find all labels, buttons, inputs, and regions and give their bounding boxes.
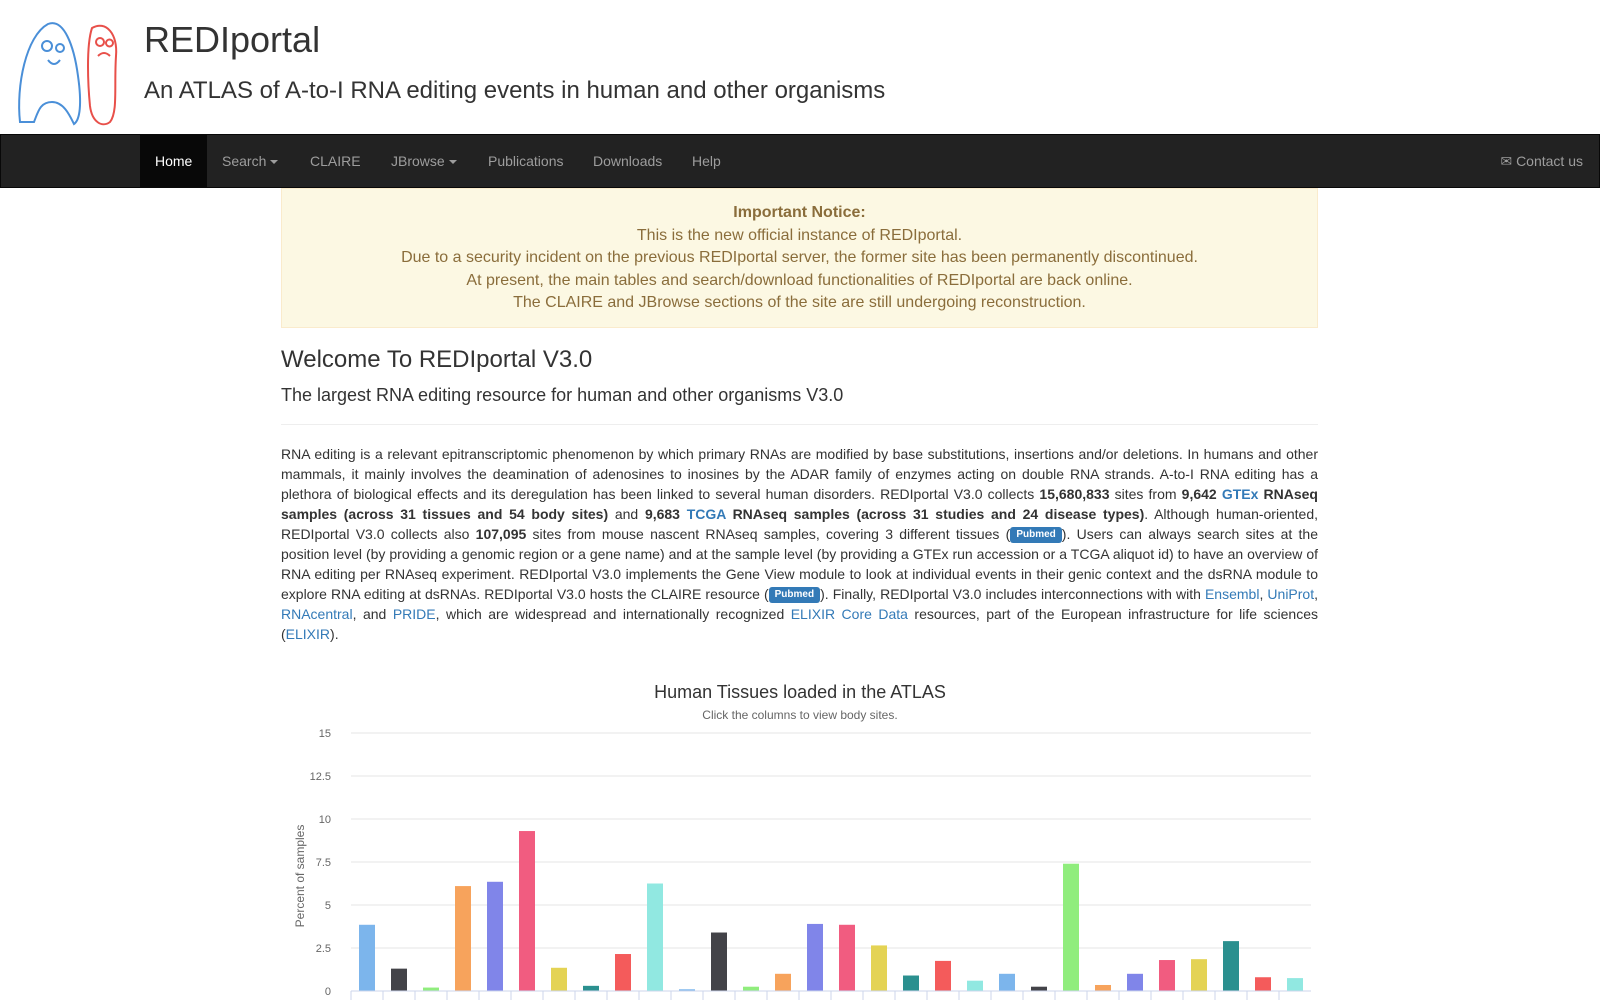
gtex-link[interactable]: GTEx — [1222, 486, 1259, 502]
chart-bar[interactable] — [871, 945, 887, 991]
site-subtitle: An ATLAS of A-to-I RNA editing events in… — [144, 77, 886, 104]
intro-text: , which are widespread and international… — [435, 606, 791, 622]
chart-bar[interactable] — [1159, 960, 1175, 991]
y-tick-label: 15 — [319, 728, 331, 740]
intro-paragraph: RNA editing is a relevant epitranscripto… — [281, 444, 1318, 644]
chevron-down-icon — [270, 160, 279, 165]
chart-bar[interactable] — [583, 985, 599, 991]
chart-bar[interactable] — [551, 967, 567, 991]
tcga-link[interactable]: TCGA — [687, 506, 726, 522]
intro-text: , — [1314, 586, 1318, 602]
page-subtitle: The largest RNA editing resource for hum… — [281, 385, 844, 405]
elixir-core-data-link[interactable]: ELIXIR Core Data — [791, 606, 908, 622]
ensembl-link[interactable]: Ensembl — [1205, 586, 1259, 602]
notice-line: This is the new official instance of RED… — [636, 226, 963, 244]
y-tick-label: 7.5 — [316, 857, 331, 869]
pubmed-badge[interactable]: Pubmed — [768, 587, 821, 604]
chart-bar[interactable] — [743, 986, 759, 991]
tissues-bar-chart: 0 2.5 5 7.5 10 12.5 15 Percent of samples — [293, 728, 1311, 1000]
mouse-sites-count: 107,095 — [475, 526, 527, 542]
chart-bar[interactable] — [359, 924, 375, 991]
nav-help[interactable]: Help — [677, 135, 736, 187]
chart-bar[interactable] — [391, 968, 407, 991]
chart-bar[interactable] — [1127, 973, 1143, 991]
chart-bar[interactable] — [775, 973, 791, 991]
divider — [281, 424, 1318, 425]
chart-bar[interactable] — [1287, 978, 1303, 991]
page-title: Welcome To REDIportal V3.0 — [281, 346, 593, 373]
main-container: Important Notice: This is the new offici… — [267, 188, 1333, 1000]
notice-line: The CLAIRE and JBrowse sections of the s… — [513, 294, 1086, 312]
tcga-desc: RNAseq samples (across 31 studies and 24… — [725, 506, 1145, 522]
notice-title: Important Notice: — [733, 204, 866, 221]
nav-claire[interactable]: CLAIRE — [295, 135, 376, 187]
notice-line: At present, the main tables and search/d… — [466, 271, 1133, 289]
chart-bar[interactable] — [455, 886, 471, 991]
uniprot-link[interactable]: UniProt — [1267, 586, 1314, 602]
chart-bar[interactable] — [839, 924, 855, 991]
nav-publications[interactable]: Publications — [473, 135, 579, 187]
chart-bar[interactable] — [711, 932, 727, 991]
tcga-count: 9,683 — [644, 506, 680, 522]
site-header: REDIportal An ATLAS of A-to-I RNA editin… — [0, 0, 1600, 134]
rediportal-logo[interactable] — [14, 16, 124, 128]
nav-contact[interactable]: ✉ Contact us — [1500, 135, 1583, 187]
chart-bar[interactable] — [647, 883, 663, 992]
nav-home[interactable]: Home — [140, 135, 208, 187]
pubmed-badge[interactable]: Pubmed — [1010, 527, 1062, 544]
intro-text: ). Finally, REDIportal V3.0 includes int… — [820, 586, 1205, 602]
gtex-count: 9,642 — [1181, 486, 1217, 502]
sites-count: 15,680,833 — [1039, 486, 1110, 502]
elixir-link[interactable]: ELIXIR — [286, 626, 330, 642]
chart-bar[interactable] — [1063, 863, 1079, 991]
chart-bar[interactable] — [999, 973, 1015, 991]
chart-bar[interactable] — [519, 831, 535, 991]
nav-jbrowse[interactable]: JBrowse — [376, 135, 472, 187]
y-axis-label: Percent of samples — [293, 825, 307, 928]
y-tick-label: 5 — [325, 900, 331, 912]
intro-text: and — [608, 506, 645, 522]
chart-bar[interactable] — [1255, 977, 1271, 991]
chart-bar[interactable] — [903, 975, 919, 991]
y-tick-label: 10 — [319, 814, 331, 826]
chart-bar[interactable] — [615, 954, 631, 991]
chart-bar[interactable] — [1223, 941, 1239, 991]
notice-line: Due to a security incident on the previo… — [401, 249, 1198, 267]
intro-text: ). — [330, 626, 339, 642]
chevron-down-icon — [448, 160, 457, 165]
y-tick-label: 2.5 — [316, 943, 331, 955]
nav-search-label: Search — [222, 153, 267, 169]
chart-bar[interactable] — [1095, 984, 1111, 991]
main-navbar: Home Search CLAIRE JBrowse Publications … — [0, 134, 1600, 188]
important-notice: Important Notice: This is the new offici… — [281, 188, 1318, 328]
chart-bar[interactable] — [1191, 959, 1207, 991]
chart-bar[interactable] — [807, 923, 823, 991]
nav-contact-label: Contact us — [1516, 153, 1583, 169]
y-tick-label: 0 — [325, 986, 331, 998]
intro-text: sites from mouse nascent RNAseq samples,… — [526, 526, 1011, 542]
rnacentral-link[interactable]: RNAcentral — [281, 606, 353, 622]
pride-link[interactable]: PRIDE — [393, 606, 436, 622]
chart-bar[interactable] — [423, 987, 439, 991]
chart-bar[interactable] — [967, 980, 983, 991]
nav-jbrowse-label: JBrowse — [391, 153, 445, 169]
site-title: REDIportal — [144, 19, 321, 60]
intro-text: , and — [352, 606, 393, 622]
chart-bar[interactable] — [935, 960, 951, 991]
nav-downloads[interactable]: Downloads — [578, 135, 677, 187]
envelope-icon: ✉ — [1500, 153, 1513, 169]
chart-bar[interactable] — [1031, 986, 1047, 991]
chart-title: Human Tissues loaded in the ATLAS — [654, 682, 946, 702]
y-tick-label: 12.5 — [310, 771, 331, 783]
intro-text: sites from — [1109, 486, 1182, 502]
nav-search[interactable]: Search — [207, 135, 293, 187]
chart-bar[interactable] — [487, 881, 503, 991]
